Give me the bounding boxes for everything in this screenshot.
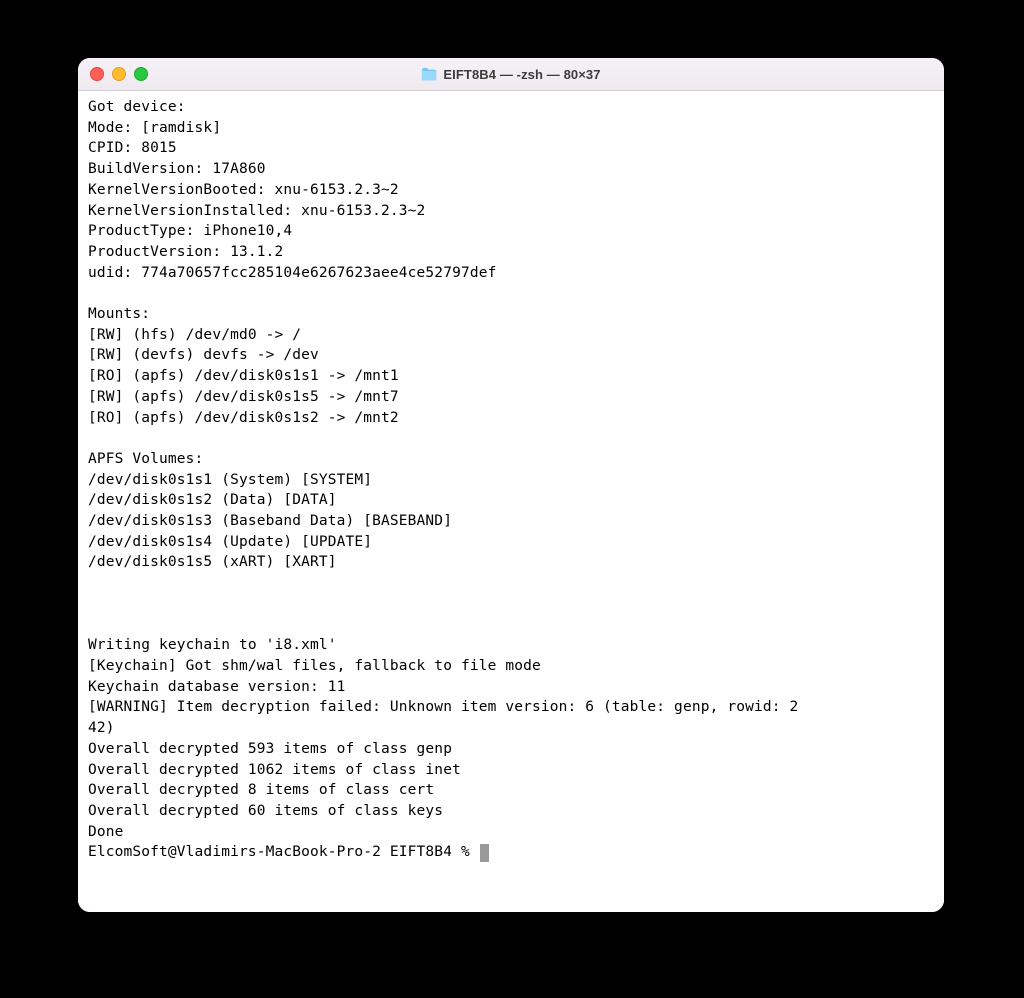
terminal-line: KernelVersionInstalled: xnu-6153.2.3~2 [88, 201, 934, 222]
terminal-line: /dev/disk0s1s4 (Update) [UPDATE] [88, 532, 934, 553]
terminal-line: Got device: [88, 97, 934, 118]
terminal-line: /dev/disk0s1s1 (System) [SYSTEM] [88, 470, 934, 491]
terminal-line: BuildVersion: 17A860 [88, 159, 934, 180]
folder-icon [421, 68, 437, 81]
terminal-line: [RW] (devfs) devfs -> /dev [88, 345, 934, 366]
terminal-line: Mounts: [88, 304, 934, 325]
terminal-line: [WARNING] Item decryption failed: Unknow… [88, 697, 934, 718]
window-titlebar[interactable]: EIFT8B4 — -zsh — 80×37 [78, 58, 944, 91]
terminal-prompt: ElcomSoft@Vladimirs-MacBook-Pro-2 EIFT8B… [88, 842, 479, 863]
terminal-line: Overall decrypted 60 items of class keys [88, 801, 934, 822]
terminal-line: APFS Volumes: [88, 449, 934, 470]
minimize-button[interactable] [112, 67, 126, 81]
terminal-line: /dev/disk0s1s3 (Baseband Data) [BASEBAND… [88, 511, 934, 532]
window-title: EIFT8B4 — -zsh — 80×37 [443, 67, 600, 82]
terminal-line [88, 615, 934, 636]
terminal-line: udid: 774a70657fcc285104e6267623aee4ce52… [88, 263, 934, 284]
window-controls [78, 67, 148, 81]
terminal-line: Mode: [ramdisk] [88, 118, 934, 139]
terminal-line: Overall decrypted 593 items of class gen… [88, 739, 934, 760]
terminal-line: CPID: 8015 [88, 138, 934, 159]
terminal-line: KernelVersionBooted: xnu-6153.2.3~2 [88, 180, 934, 201]
terminal-line: Keychain database version: 11 [88, 677, 934, 698]
terminal-line: [RO] (apfs) /dev/disk0s1s1 -> /mnt1 [88, 366, 934, 387]
terminal-line: Done [88, 822, 934, 843]
terminal-line: Overall decrypted 1062 items of class in… [88, 760, 934, 781]
terminal-line: ProductVersion: 13.1.2 [88, 242, 934, 263]
terminal-line: Writing keychain to 'i8.xml' [88, 635, 934, 656]
terminal-line: [RW] (hfs) /dev/md0 -> / [88, 325, 934, 346]
zoom-button[interactable] [134, 67, 148, 81]
terminal-line [88, 594, 934, 615]
terminal-line: [Keychain] Got shm/wal files, fallback t… [88, 656, 934, 677]
terminal-prompt-row[interactable]: ElcomSoft@Vladimirs-MacBook-Pro-2 EIFT8B… [88, 842, 934, 863]
terminal-line [88, 283, 934, 304]
terminal-line: [RW] (apfs) /dev/disk0s1s5 -> /mnt7 [88, 387, 934, 408]
terminal-line: Overall decrypted 8 items of class cert [88, 780, 934, 801]
terminal-output[interactable]: Got device:Mode: [ramdisk]CPID: 8015Buil… [78, 91, 944, 912]
close-button[interactable] [90, 67, 104, 81]
terminal-cursor [480, 844, 489, 862]
terminal-line [88, 428, 934, 449]
terminal-window: EIFT8B4 — -zsh — 80×37 Got device:Mode: … [78, 58, 944, 912]
terminal-line: 42) [88, 718, 934, 739]
terminal-line: /dev/disk0s1s2 (Data) [DATA] [88, 490, 934, 511]
terminal-line: /dev/disk0s1s5 (xART) [XART] [88, 552, 934, 573]
terminal-line: ProductType: iPhone10,4 [88, 221, 934, 242]
terminal-line: [RO] (apfs) /dev/disk0s1s2 -> /mnt2 [88, 408, 934, 429]
terminal-line [88, 573, 934, 594]
